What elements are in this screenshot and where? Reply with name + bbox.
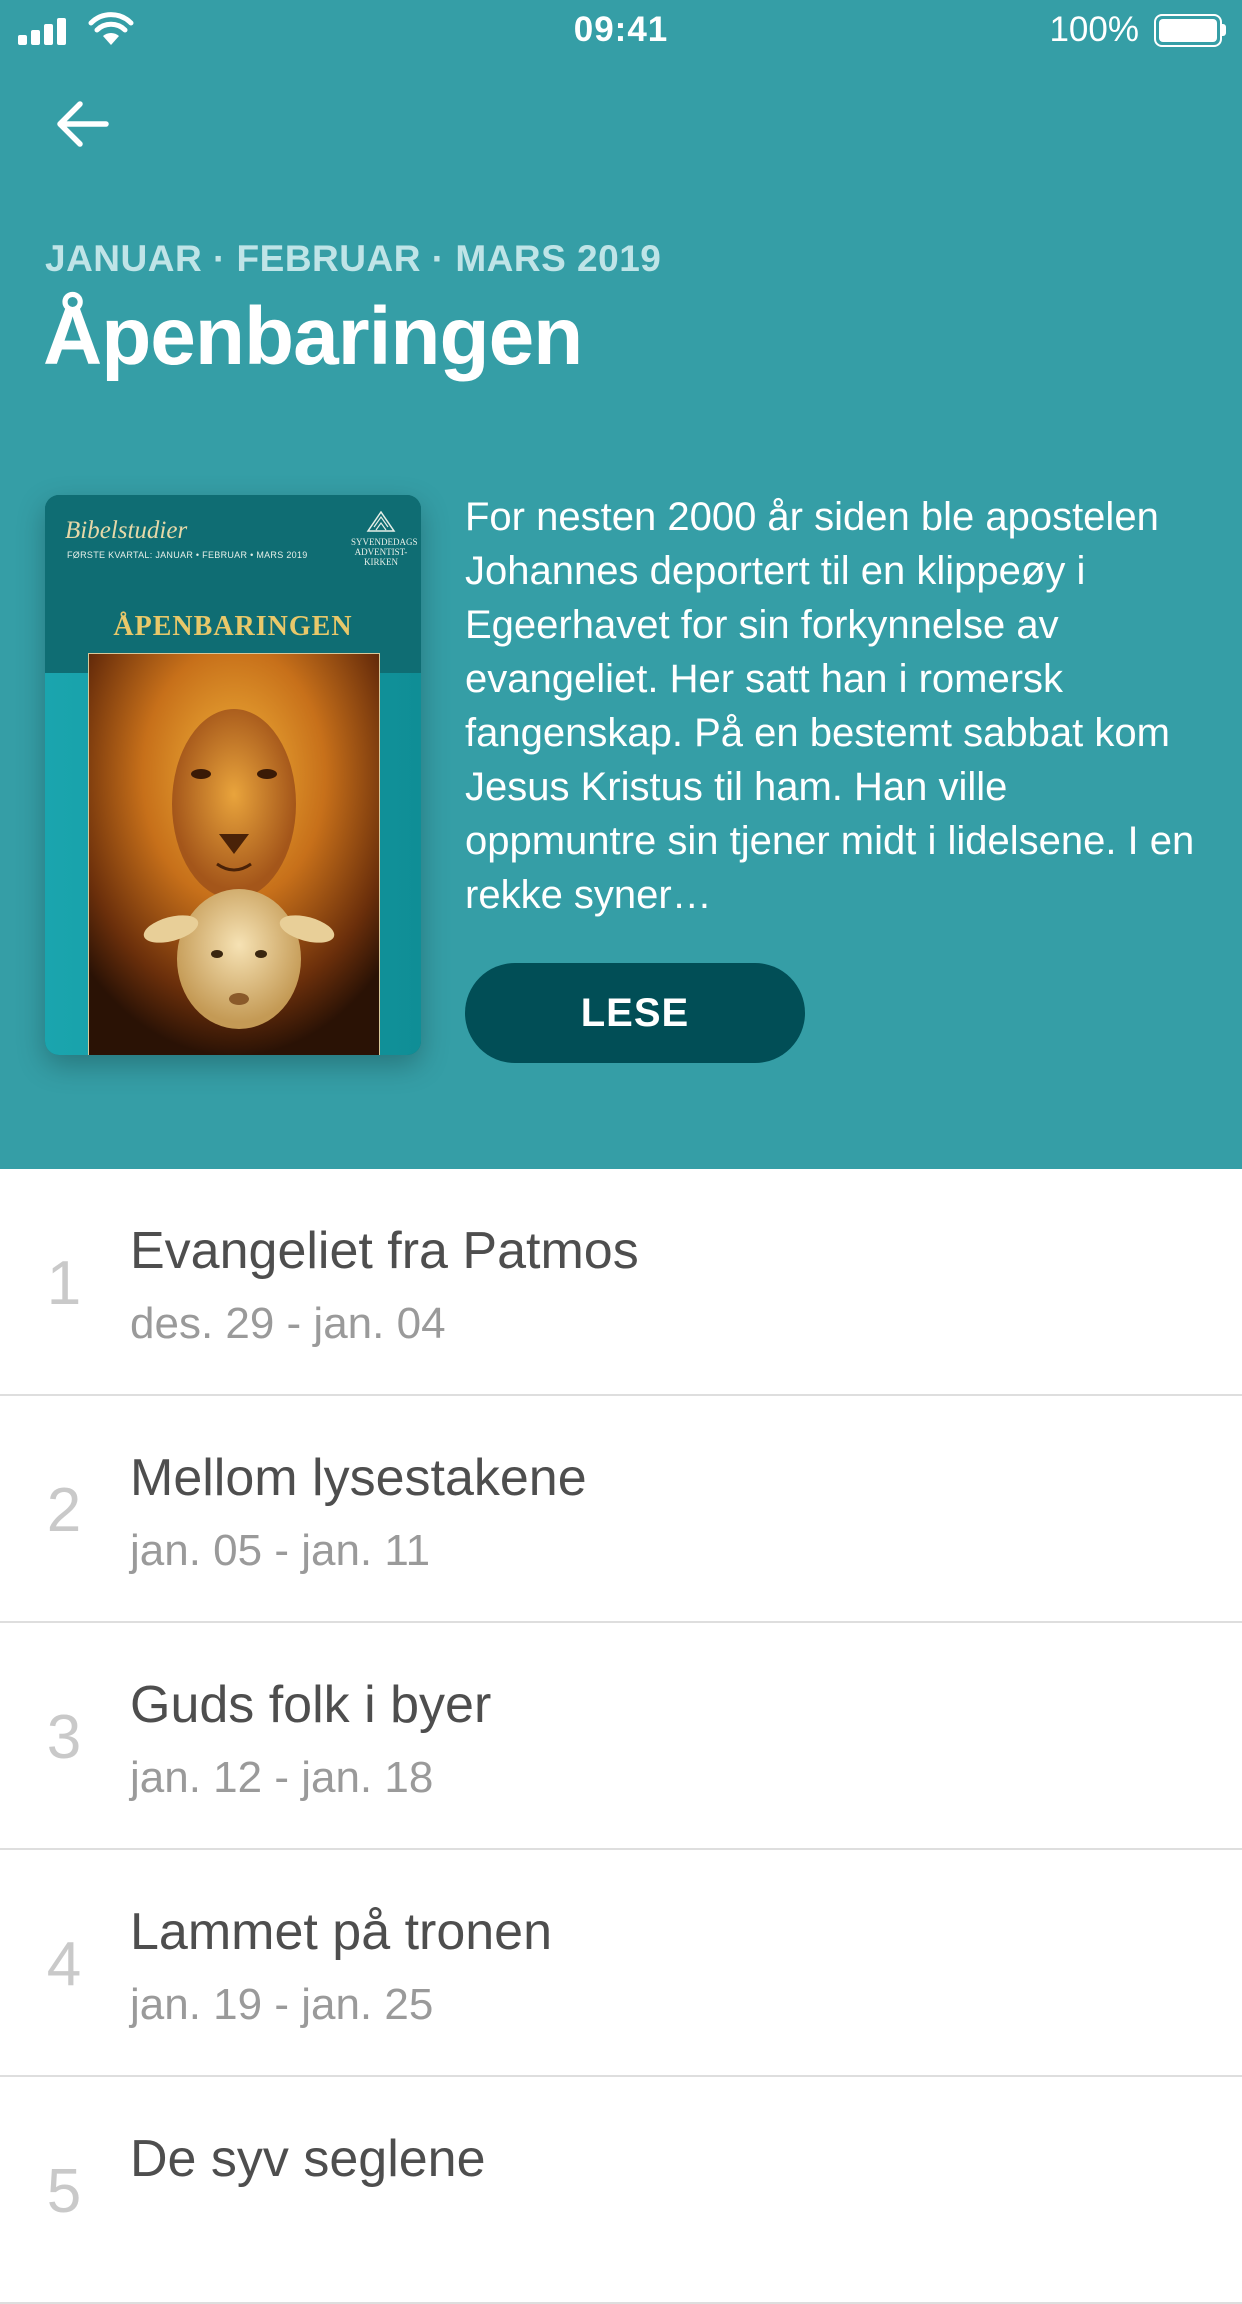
quarter-label: JANUAR · FEBRUAR · MARS 2019 xyxy=(45,238,662,279)
lesson-title: Lammet på tronen xyxy=(130,1903,553,1961)
battery-percentage: 100% xyxy=(1049,10,1139,49)
lesson-list: 1 Evangeliet fra Patmos des. 29 - jan. 0… xyxy=(0,1169,1242,2304)
cover-title: ÅPENBARINGEN xyxy=(113,611,353,642)
lesson-dates: des. 29 - jan. 04 xyxy=(130,1299,446,1348)
lesson-title: Guds folk i byer xyxy=(130,1676,492,1734)
back-arrow-icon[interactable] xyxy=(52,96,112,152)
lesson-dates: jan. 19 - jan. 25 xyxy=(130,1980,434,2029)
lesson-title: De syv seglene xyxy=(130,2130,486,2188)
lesson-item[interactable]: 1 Evangeliet fra Patmos des. 29 - jan. 0… xyxy=(0,1169,1242,1396)
church-logo-icon xyxy=(366,511,396,532)
lesson-number: 2 xyxy=(46,1476,82,1545)
quarterly-cover: Bibelstudier FØRSTE KVARTAL: JANUAR • FE… xyxy=(45,495,421,1055)
lesson-number: 4 xyxy=(46,1930,82,1999)
lesson-item[interactable]: 3 Guds folk i byer jan. 12 - jan. 18 xyxy=(0,1623,1242,1850)
status-bar: 09:41 100% xyxy=(0,0,1242,60)
lesson-dates: jan. 05 - jan. 11 xyxy=(130,1526,431,1575)
lesson-title: Mellom lysestakene xyxy=(130,1449,587,1507)
church-line-3: KIRKEN xyxy=(364,557,398,567)
read-button[interactable]: LESE xyxy=(465,963,805,1063)
lesson-title: Evangeliet fra Patmos xyxy=(130,1222,639,1280)
quarterly-title: Åpenbaringen xyxy=(43,291,583,382)
lesson-item[interactable]: 4 Lammet på tronen jan. 19 - jan. 25 xyxy=(0,1850,1242,2077)
church-line-1: SYVENDEDAGS xyxy=(351,537,418,547)
lesson-item[interactable]: 2 Mellom lysestakene jan. 05 - jan. 11 xyxy=(0,1396,1242,1623)
lion-and-lamb-artwork xyxy=(88,653,380,1055)
lesson-dates: jan. 12 - jan. 18 xyxy=(130,1753,434,1802)
cover-subline: FØRSTE KVARTAL: JANUAR • FEBRUAR • MARS … xyxy=(67,550,308,560)
cover-series: Bibelstudier xyxy=(65,517,188,544)
lesson-number: 3 xyxy=(46,1703,82,1772)
battery-icon xyxy=(1154,14,1226,47)
church-line-2: ADVENTIST- xyxy=(354,547,408,557)
lesson-number: 1 xyxy=(46,1249,82,1318)
lesson-header: 09:41 100% JANUAR · FEBRUAR · MARS 2019 … xyxy=(0,0,1242,1169)
lesson-item[interactable]: 5 De syv seglene xyxy=(0,2077,1242,2304)
quarterly-description: For nesten 2000 år siden ble apostelen J… xyxy=(465,495,1195,917)
church-logo: SYVENDEDAGS ADVENTIST- KIRKEN xyxy=(351,511,418,567)
lesson-number: 5 xyxy=(46,2157,82,2226)
